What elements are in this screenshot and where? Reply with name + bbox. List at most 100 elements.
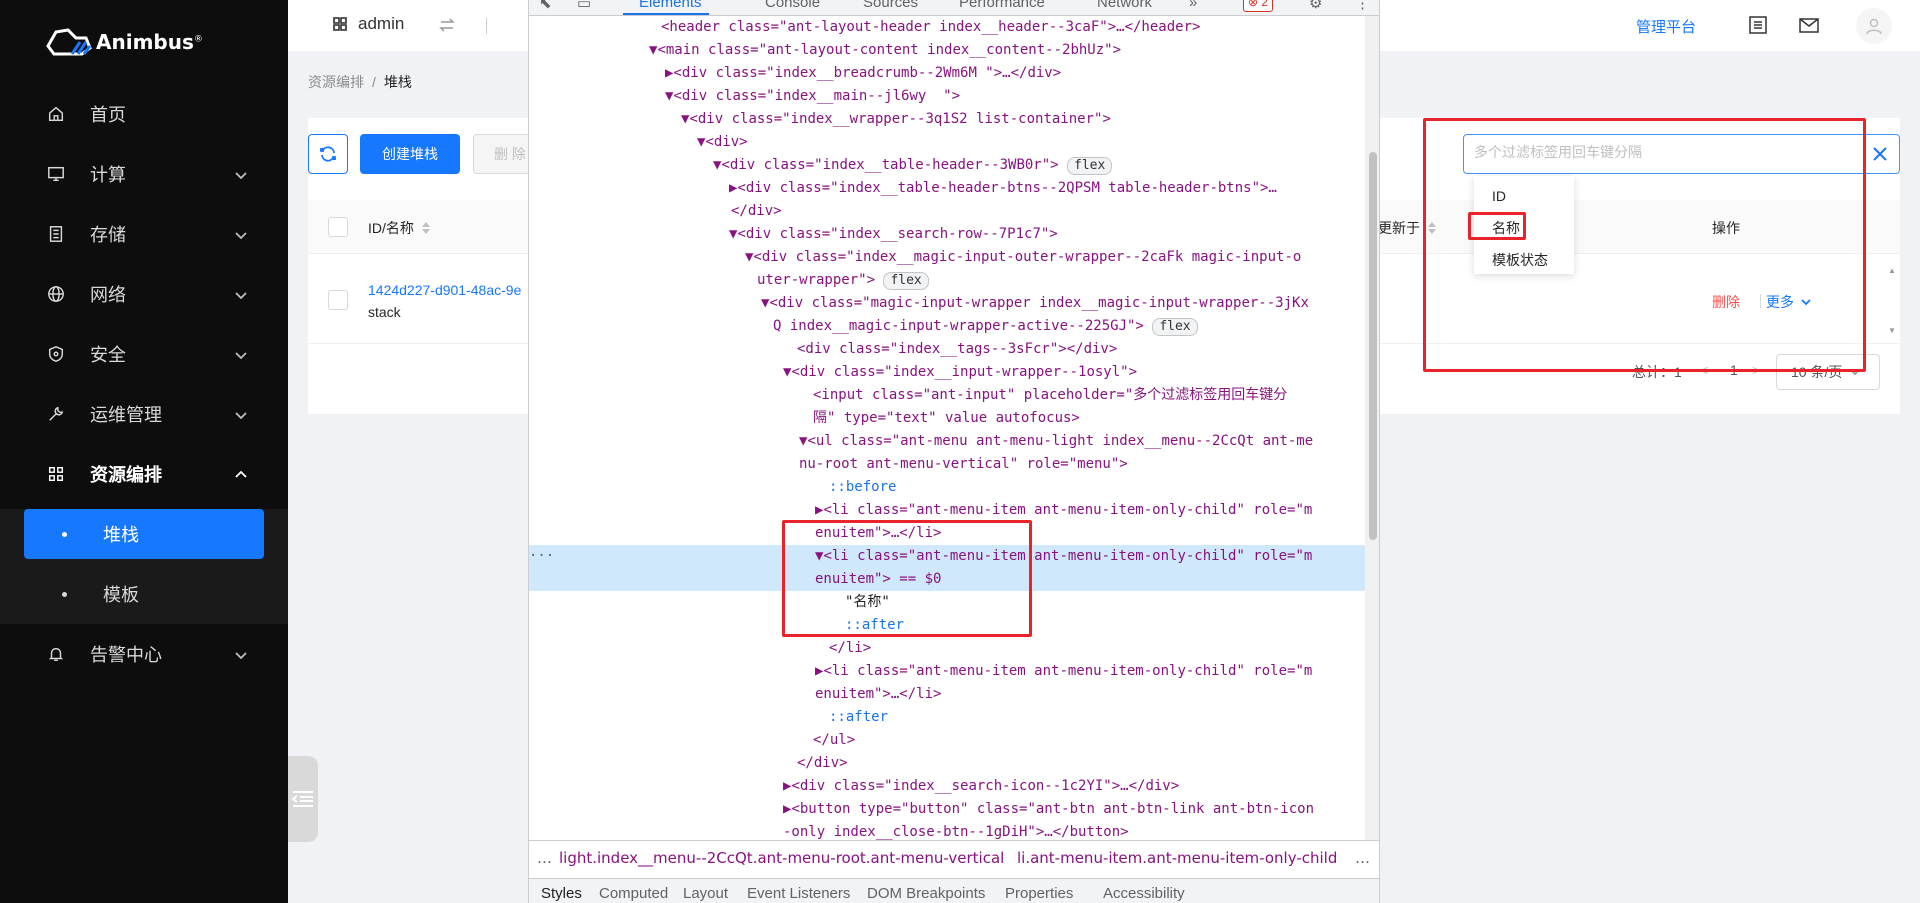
sidebar-item-ops[interactable]: 运维管理 bbox=[0, 384, 288, 444]
kebab-menu-icon[interactable]: ⋮ bbox=[1355, 0, 1370, 12]
scroll-down-arrow[interactable]: ▼ bbox=[1888, 326, 1896, 335]
dom-node[interactable]: ▼<div class="index__input-wrapper--1osyl… bbox=[529, 361, 1365, 384]
devtools-more-tabs[interactable]: » bbox=[1189, 0, 1197, 11]
mail-icon[interactable] bbox=[1798, 14, 1820, 36]
flex-badge[interactable]: flex bbox=[1067, 157, 1113, 175]
more-dots-icon[interactable]: … bbox=[537, 849, 552, 867]
devtools-tab-properties[interactable]: Properties bbox=[1005, 885, 1073, 902]
devtools-tab-event-listeners[interactable]: Event Listeners bbox=[747, 885, 850, 902]
dom-node[interactable]: </div> bbox=[529, 200, 1365, 223]
row-delete-link[interactable]: 删除 bbox=[1712, 292, 1740, 312]
devtools-tab-performance[interactable]: Performance bbox=[959, 0, 1045, 11]
dom-node[interactable]: <header class="ant-layout-header index__… bbox=[529, 16, 1365, 39]
dom-node[interactable]: nu-root ant-menu-vertical" role="menu"> bbox=[529, 453, 1365, 476]
dom-node[interactable]: ::after bbox=[529, 706, 1365, 729]
refresh-button[interactable] bbox=[308, 134, 348, 174]
dom-node[interactable]: ▶<div class="index__table-header-btns--2… bbox=[529, 177, 1365, 200]
filter-option-template-status[interactable]: 模板状态 bbox=[1474, 244, 1574, 276]
flex-badge[interactable]: flex bbox=[883, 272, 929, 290]
dom-node[interactable]: uter-wrapper"> flex bbox=[529, 269, 1365, 292]
dom-node[interactable]: ▼<ul class="ant-menu ant-menu-light inde… bbox=[529, 430, 1365, 453]
sidebar-item-home[interactable]: 首页 bbox=[0, 84, 288, 144]
search-input[interactable] bbox=[1474, 144, 1854, 160]
next-page-icon[interactable]: > bbox=[1752, 362, 1760, 378]
dom-breadcrumb-parent[interactable]: light.index__menu--2CcQt.ant-menu-root.a… bbox=[559, 849, 1004, 867]
devtools-tab-accessibility[interactable]: Accessibility bbox=[1103, 885, 1185, 902]
stack-id-link[interactable]: 1424d227-d901-48ac-9e bbox=[368, 282, 521, 298]
dom-node[interactable]: ▼<div class="magic-input-wrapper index__… bbox=[529, 292, 1365, 315]
dom-node-selected[interactable]: enuitem"> == $0 bbox=[529, 568, 1365, 591]
project-selector[interactable]: admin bbox=[332, 14, 404, 34]
close-icon[interactable] bbox=[1868, 142, 1892, 166]
dom-node[interactable]: ▶<li class="ant-menu-item ant-menu-item-… bbox=[529, 499, 1365, 522]
dom-node[interactable]: ▼<div class="index__magic-input-outer-wr… bbox=[529, 246, 1365, 269]
dom-node[interactable]: ▶<button type="button" class="ant-btn an… bbox=[529, 798, 1365, 821]
device-toggle-icon[interactable]: ▭ bbox=[577, 0, 591, 12]
dom-node[interactable]: enuitem">…</li> bbox=[529, 522, 1365, 545]
sidebar-subitem-template[interactable]: 模板 bbox=[0, 564, 288, 624]
dom-node[interactable]: ▶<div class="index__breadcrumb--2Wm6M ">… bbox=[529, 62, 1365, 85]
scrollbar-thumb[interactable] bbox=[1369, 152, 1377, 540]
filter-option-id[interactable]: ID bbox=[1474, 180, 1574, 212]
management-platform-link[interactable]: 管理平台 bbox=[1636, 16, 1696, 37]
inspect-icon[interactable]: ⬉ bbox=[539, 0, 552, 12]
dom-node[interactable]: ▼<div class="index__wrapper--3q1S2 list-… bbox=[529, 108, 1365, 131]
dom-node[interactable]: ▼<div class="index__table-header--3WB0r"… bbox=[529, 154, 1365, 177]
list-icon[interactable] bbox=[1747, 14, 1769, 36]
page-size-select[interactable]: 10 条/页 bbox=[1776, 354, 1880, 390]
dom-node-selected[interactable]: ··· ▼<li class="ant-menu-item ant-menu-it… bbox=[529, 545, 1365, 568]
select-all-checkbox[interactable] bbox=[328, 217, 348, 237]
sidebar-item-alerts[interactable]: 告警中心 bbox=[0, 624, 288, 684]
column-header-updated[interactable]: 更新于 bbox=[1378, 218, 1436, 238]
prev-page-icon[interactable]: < bbox=[1700, 362, 1708, 378]
dom-node[interactable]: </li> bbox=[529, 637, 1365, 660]
sidebar-item-storage[interactable]: 存储 bbox=[0, 204, 288, 264]
page-number[interactable]: 1 bbox=[1730, 362, 1738, 378]
dom-node[interactable]: ▼<div class="index__main--jl6wy "> bbox=[529, 85, 1365, 108]
dom-node[interactable]: 隔" type="text" value autofocus> bbox=[529, 407, 1365, 430]
dom-text-node[interactable]: "名称" bbox=[529, 591, 1365, 614]
devtools-tab-console[interactable]: Console bbox=[765, 0, 820, 11]
devtools-scrollbar[interactable] bbox=[1365, 16, 1379, 840]
scroll-up-arrow[interactable]: ▲ bbox=[1888, 266, 1896, 275]
devtools-tab-dom-breakpoints[interactable]: DOM Breakpoints bbox=[867, 885, 985, 902]
error-count-badge[interactable]: ⊗ 2 bbox=[1243, 0, 1274, 12]
flex-badge[interactable]: flex bbox=[1152, 318, 1198, 336]
devtools-tab-layout[interactable]: Layout bbox=[683, 885, 728, 902]
dom-node[interactable]: Q index__magic-input-wrapper-active--225… bbox=[529, 315, 1365, 338]
row-more-dropdown[interactable]: 更多 bbox=[1766, 292, 1812, 312]
sidebar-item-orchestration[interactable]: 资源编排 bbox=[0, 444, 288, 504]
dom-node[interactable]: -only index__close-btn--1gDiH">…</button… bbox=[529, 821, 1365, 840]
column-header-id-name[interactable]: ID/名称 bbox=[368, 218, 430, 238]
filter-option-name[interactable]: 名称 bbox=[1474, 212, 1574, 244]
gear-icon[interactable]: ⚙ bbox=[1309, 0, 1322, 12]
sidebar-collapse-handle[interactable] bbox=[288, 756, 318, 842]
dom-node[interactable]: ::before bbox=[529, 476, 1365, 499]
dom-node[interactable]: <div class="index__tags--3sFcr"></div> bbox=[529, 338, 1365, 361]
dom-node[interactable]: ▼<main class="ant-layout-content index__… bbox=[529, 39, 1365, 62]
dom-node[interactable]: ▼<div class="index__search-row--7P1c7"> bbox=[529, 223, 1365, 246]
delete-button[interactable]: 删 除 bbox=[473, 134, 533, 174]
sidebar-item-security[interactable]: 安全 bbox=[0, 324, 288, 384]
dom-node[interactable]: </ul> bbox=[529, 729, 1365, 752]
dom-node[interactable]: ▶<div class="index__search-icon--1c2YI">… bbox=[529, 775, 1365, 798]
dom-node[interactable]: ▶<li class="ant-menu-item ant-menu-item-… bbox=[529, 660, 1365, 683]
create-stack-button[interactable]: 创建堆栈 bbox=[360, 134, 460, 174]
devtools-tab-styles[interactable]: Styles bbox=[541, 885, 582, 902]
devtools-tab-network[interactable]: Network bbox=[1097, 0, 1152, 11]
row-checkbox[interactable] bbox=[328, 290, 348, 310]
devtools-tab-elements[interactable]: Elements bbox=[639, 0, 702, 11]
swap-icon[interactable] bbox=[438, 16, 456, 34]
more-dots-icon[interactable]: … bbox=[1355, 849, 1370, 867]
devtools-tab-computed[interactable]: Computed bbox=[599, 885, 668, 902]
dom-node[interactable]: ::after bbox=[529, 614, 1365, 637]
breadcrumb-parent[interactable]: 资源编排 bbox=[308, 74, 364, 90]
dom-breadcrumb-current[interactable]: li.ant-menu-item.ant-menu-item-only-chil… bbox=[1017, 849, 1337, 867]
logo[interactable]: Animbus® bbox=[46, 24, 203, 60]
dom-node[interactable]: </div> bbox=[529, 752, 1365, 775]
dom-node[interactable]: enuitem">…</li> bbox=[529, 683, 1365, 706]
avatar[interactable] bbox=[1856, 8, 1892, 44]
devtools-tab-sources[interactable]: Sources bbox=[863, 0, 918, 11]
sidebar-item-network[interactable]: 网络 bbox=[0, 264, 288, 324]
sidebar-item-compute[interactable]: 计算 bbox=[0, 144, 288, 204]
